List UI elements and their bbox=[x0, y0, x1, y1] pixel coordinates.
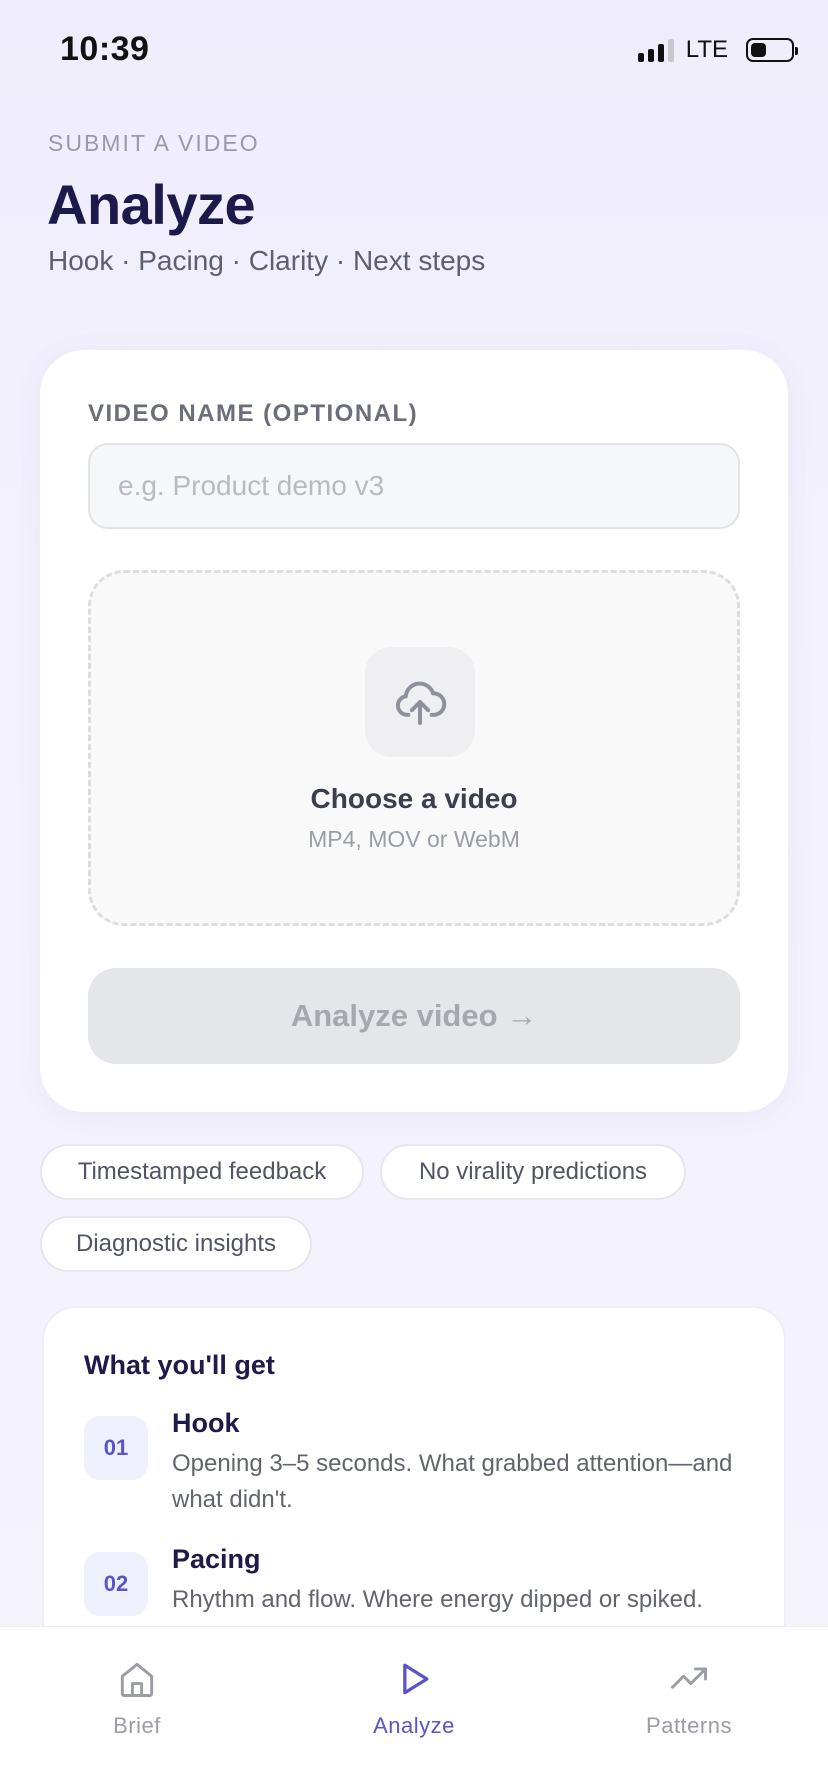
upload-icon-tile bbox=[365, 647, 475, 757]
status-bar: 10:39 LTE bbox=[0, 0, 828, 100]
item-title: Pacing bbox=[172, 1544, 261, 1574]
status-indicators: LTE bbox=[637, 36, 798, 64]
video-dropzone[interactable]: Choose a video MP4, MOV or WebM bbox=[88, 570, 740, 926]
tab-brief[interactable]: Brief bbox=[47, 1657, 227, 1739]
feature-chip: No virality predictions bbox=[380, 1144, 686, 1200]
item-number-badge: 01 bbox=[84, 1416, 148, 1480]
feature-chip: Timestamped feedback bbox=[40, 1144, 364, 1200]
home-icon bbox=[120, 1662, 154, 1697]
page-title: Analyze bbox=[47, 173, 256, 236]
supported-formats: MP4, MOV or WebM bbox=[308, 826, 520, 852]
tab-label: Analyze bbox=[373, 1713, 455, 1738]
item-description: Rhythm and flow. Where energy dipped or … bbox=[172, 1586, 703, 1613]
tab-label: Patterns bbox=[646, 1713, 732, 1738]
tab-patterns[interactable]: Patterns bbox=[599, 1657, 779, 1739]
video-name-label: VIDEO NAME (OPTIONAL) bbox=[88, 400, 419, 427]
item-description: Opening 3–5 seconds. What grabbed attent… bbox=[172, 1450, 733, 1513]
upload-card: VIDEO NAME (OPTIONAL) Choose a video MP4… bbox=[40, 350, 788, 1112]
battery-icon bbox=[746, 38, 798, 62]
choose-video-label: Choose a video bbox=[310, 783, 518, 814]
cloud-upload-icon bbox=[395, 681, 447, 725]
video-name-input[interactable] bbox=[88, 443, 740, 529]
bottom-tab-bar: Brief Analyze Patterns bbox=[0, 1626, 828, 1792]
trending-up-icon bbox=[671, 1667, 707, 1689]
cellular-signal-icon bbox=[637, 38, 674, 62]
page-subtitle: Hook · Pacing · Clarity · Next steps bbox=[48, 245, 486, 276]
tab-analyze[interactable]: Analyze bbox=[324, 1657, 504, 1739]
tab-label: Brief bbox=[113, 1713, 161, 1738]
item-number-badge: 02 bbox=[84, 1552, 148, 1616]
analyze-video-button[interactable]: Analyze video → bbox=[88, 968, 740, 1064]
item-title: Hook bbox=[172, 1408, 240, 1438]
section-title: What you'll get bbox=[84, 1350, 275, 1380]
network-type: LTE bbox=[685, 36, 728, 63]
play-icon bbox=[403, 1663, 429, 1695]
feature-chip: Diagnostic insights bbox=[40, 1216, 312, 1272]
status-time: 10:39 bbox=[60, 30, 150, 68]
page-eyebrow: SUBMIT A VIDEO bbox=[48, 130, 260, 156]
